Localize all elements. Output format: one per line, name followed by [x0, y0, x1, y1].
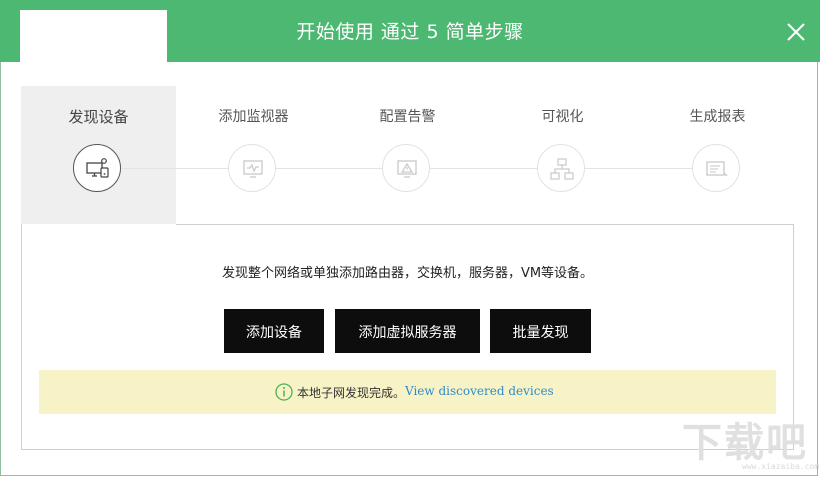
info-icon: [275, 383, 293, 401]
step-label: 生成报表: [689, 109, 746, 125]
discovery-status-text: 本地子网发现完成。: [297, 386, 406, 400]
step-label: 添加监视器: [218, 109, 289, 125]
report-icon: [706, 161, 728, 177]
step-icon-circle: [537, 144, 585, 192]
monitor-icon: [243, 160, 263, 178]
step-configure-alarms[interactable]: 配置告警: [330, 86, 485, 222]
step-icon-circle: [228, 144, 276, 192]
add-virtual-server-button[interactable]: 添加虚拟服务器: [335, 309, 480, 353]
add-device-button[interactable]: 添加设备: [224, 309, 324, 353]
discover-device-icon: [86, 158, 109, 178]
step-icon-circle: [382, 144, 430, 192]
step-label: 配置告警: [379, 109, 436, 125]
view-discovered-devices-link[interactable]: View discovered devices: [405, 384, 554, 398]
step-discover-devices[interactable]: 发现设备: [21, 86, 176, 222]
step-visualization[interactable]: 可视化: [485, 86, 640, 222]
bulk-discovery-button[interactable]: 批量发现: [490, 309, 591, 353]
watermark-url: www.xiazaiba.com: [742, 462, 820, 471]
panel-divider: [176, 224, 794, 225]
step-generate-reports[interactable]: 生成报表: [640, 86, 795, 222]
alarm-config-icon: [397, 160, 417, 178]
dialog-header: 开始使用 通过 5 简单步骤: [0, 0, 820, 62]
step-add-monitor[interactable]: 添加监视器: [176, 86, 331, 222]
step-icon-circle: [692, 144, 740, 192]
step-label: 可视化: [541, 109, 584, 125]
close-button[interactable]: [782, 18, 810, 46]
step-label: 发现设备: [68, 108, 129, 126]
step-icon-circle: [73, 144, 121, 192]
step-description: 发现整个网络或单独添加路由器，交换机，服务器，VM等设备。: [221, 266, 594, 281]
topology-icon: [550, 158, 574, 180]
close-icon: [787, 23, 805, 41]
dialog-title: 开始使用 通过 5 简单步骤: [296, 21, 524, 43]
